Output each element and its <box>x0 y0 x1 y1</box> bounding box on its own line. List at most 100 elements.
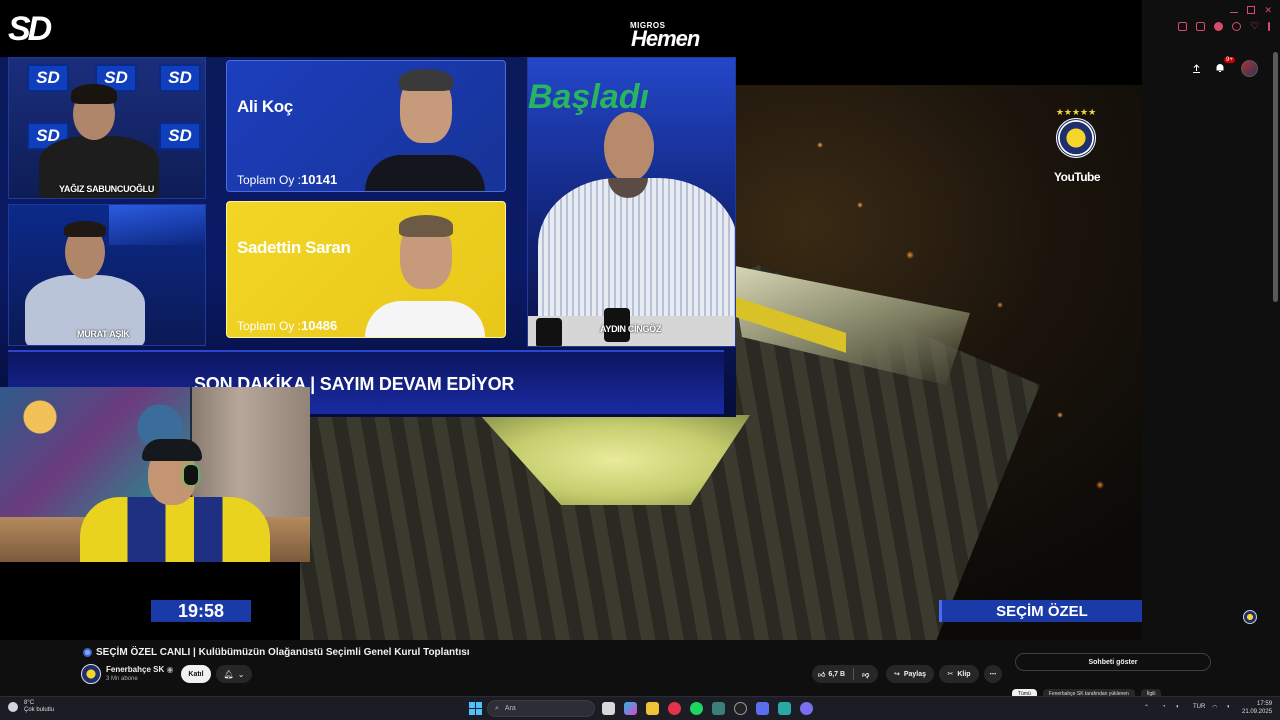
obs-icon[interactable] <box>734 702 747 715</box>
fenerbahce-crest-icon <box>1056 118 1096 158</box>
restore-icon[interactable] <box>1247 6 1256 14</box>
system-clock[interactable]: 17:59 21.09.2025 <box>1242 700 1272 716</box>
menu-bar-icon[interactable] <box>1268 22 1270 31</box>
streamer-webcam <box>0 387 310 562</box>
stars-icon: ★★★★★ <box>1055 107 1097 117</box>
mug-icon <box>536 318 562 346</box>
notifications-button[interactable] <box>1213 61 1227 75</box>
program-badge: SEÇİM ÖZEL <box>939 600 1142 622</box>
subscriber-count: 3 Mn abone <box>106 676 138 682</box>
photos-icon[interactable] <box>712 702 725 715</box>
votes-value: 10141 <box>301 172 338 187</box>
like-count: 6,7 B <box>828 670 846 678</box>
panelist-camera-1: SD SD SD SD SD YAĞIZ SABUNCUOĞLU <box>8 57 206 199</box>
sd-tile: SD <box>159 64 201 92</box>
extension-icon[interactable] <box>1178 22 1188 31</box>
candidate-votes: Toplam Oy :10141 <box>237 172 337 187</box>
page-scrollbar[interactable] <box>1273 52 1278 302</box>
scissors-icon: ✂ <box>947 671 954 678</box>
search-placeholder: Ara <box>504 705 516 712</box>
profile-icon[interactable] <box>1232 22 1242 31</box>
panelist-head <box>604 112 654 182</box>
taskbar-search[interactable]: ⌕ Ara <box>487 700 595 717</box>
volume-icon[interactable]: ◐ <box>1176 704 1180 710</box>
subscription-bell-button[interactable]: 🔔︎ ⌄ <box>216 665 252 683</box>
candidate-photo <box>355 63 495 191</box>
search-icon: ⌕ <box>495 704 499 712</box>
panelist-hair <box>71 84 117 104</box>
wifi-icon[interactable]: ◠ <box>1212 704 1217 711</box>
app-icon[interactable] <box>778 702 791 715</box>
notification-badge: 9+ <box>1224 57 1235 63</box>
candidate-votes: Toplam Oy :10486 <box>237 318 337 333</box>
dislike-button[interactable]: 👎︎ <box>862 670 869 679</box>
broadcast-timer: 19:58 <box>151 600 251 622</box>
candidate-card-1: Ali Koç Toplam Oy :10141 <box>226 60 506 192</box>
candidate-name: Sadettin Saran <box>237 238 351 257</box>
discord-icon[interactable] <box>756 702 769 715</box>
join-button[interactable]: Katıl <box>181 665 211 683</box>
weather-desc: Çok bulutlu <box>24 707 55 713</box>
video-title: SEÇİM ÖZEL CANLI | Kulübümüzün Olağanüst… <box>83 647 470 658</box>
verified-icon: ◉ <box>166 665 174 674</box>
clip-label: Klip <box>957 670 971 678</box>
channel-avatar[interactable] <box>81 664 101 684</box>
panelist-name: MURAT AŞIK <box>77 329 130 339</box>
windows-taskbar: 8°C Çok bulutlu ⌕ Ara ⌃ ◔ ◐ TUR ◠ ◑ 17:5… <box>0 696 1280 720</box>
channel-name[interactable]: Fenerbahçe SK ◉ <box>106 665 173 674</box>
minimize-icon[interactable] <box>1230 8 1239 13</box>
votes-value: 10486 <box>301 318 338 333</box>
account-avatar[interactable] <box>1241 60 1258 77</box>
show-chat-button[interactable]: Sohbeti göster <box>1015 653 1211 671</box>
panelist-name: YAĞIZ SABUNCUOĞLU <box>59 184 155 194</box>
network-icon[interactable]: ◔ <box>1162 704 1166 710</box>
bookmark-icon[interactable] <box>1196 22 1206 31</box>
candidate-suit <box>365 155 485 191</box>
speaker-icon[interactable]: ◑ <box>1226 704 1230 710</box>
screen: ✕ ♡ 9+ ★★★★★ YouTube SD MIGROS Hemen SD … <box>0 0 1280 720</box>
clip-button[interactable]: ✂ Klip <box>939 665 979 683</box>
record-icon[interactable] <box>1214 22 1224 31</box>
weather-temp: 8°C <box>24 700 35 706</box>
headset-light <box>184 465 198 485</box>
sponsor-logo: Hemen <box>631 26 700 51</box>
tray-chevron-icon[interactable]: ⌃ <box>1144 704 1149 711</box>
opera-icon[interactable] <box>668 702 681 715</box>
spotify-icon[interactable] <box>690 702 703 715</box>
language-indicator[interactable]: TUR <box>1193 704 1205 710</box>
broadcast-top-bar: SD MIGROS Hemen <box>0 0 736 57</box>
cloud-icon <box>8 702 18 712</box>
headphones-icon <box>142 439 202 461</box>
video-player[interactable]: ★★★★★ YouTube SD MIGROS Hemen SD SD SD S… <box>0 0 1142 640</box>
divider <box>853 668 855 680</box>
task-view-icon[interactable] <box>602 702 615 715</box>
chevron-down-icon: ⌄ <box>237 669 245 679</box>
file-explorer-icon[interactable] <box>646 702 659 715</box>
clock-time: 17:59 <box>1257 701 1273 707</box>
weather-widget[interactable]: 8°C Çok bulutlu <box>24 700 54 714</box>
share-icon: ↪ <box>893 671 900 678</box>
more-icon: ⋯ <box>989 671 997 678</box>
upload-button[interactable] <box>1189 61 1203 75</box>
extensions-bar: ♡ <box>1178 22 1270 32</box>
browser-icon[interactable] <box>800 702 813 715</box>
video-title-text: SEÇİM ÖZEL CANLI | Kulübümüzün Olağanüst… <box>96 647 470 658</box>
candidate-suit <box>365 301 485 337</box>
copilot-icon[interactable] <box>624 702 637 715</box>
thumbs-down-icon: 👎︎ <box>862 671 870 679</box>
like-button[interactable]: 👍︎ 6,7 B <box>818 670 845 679</box>
bell-icon: 🔔︎ <box>223 669 234 679</box>
windows-start-icon[interactable] <box>469 702 482 715</box>
window-controls: ✕ <box>1220 0 1280 20</box>
bell-icon <box>1216 64 1224 72</box>
share-button[interactable]: ↪ Paylaş <box>886 665 934 683</box>
channel-logo: SD <box>8 10 52 48</box>
channel-watermark-icon[interactable] <box>1243 610 1257 624</box>
sd-tile: SD <box>159 122 201 150</box>
like-dislike-group: 👍︎ 6,7 B 👎︎ <box>812 665 878 683</box>
heart-icon[interactable]: ♡ <box>1250 22 1259 32</box>
thumbs-up-icon: 👍︎ <box>818 671 826 679</box>
panelist-hair <box>64 221 106 237</box>
more-actions-button[interactable]: ⋯ <box>984 665 1002 683</box>
close-icon[interactable]: ✕ <box>1264 6 1272 15</box>
